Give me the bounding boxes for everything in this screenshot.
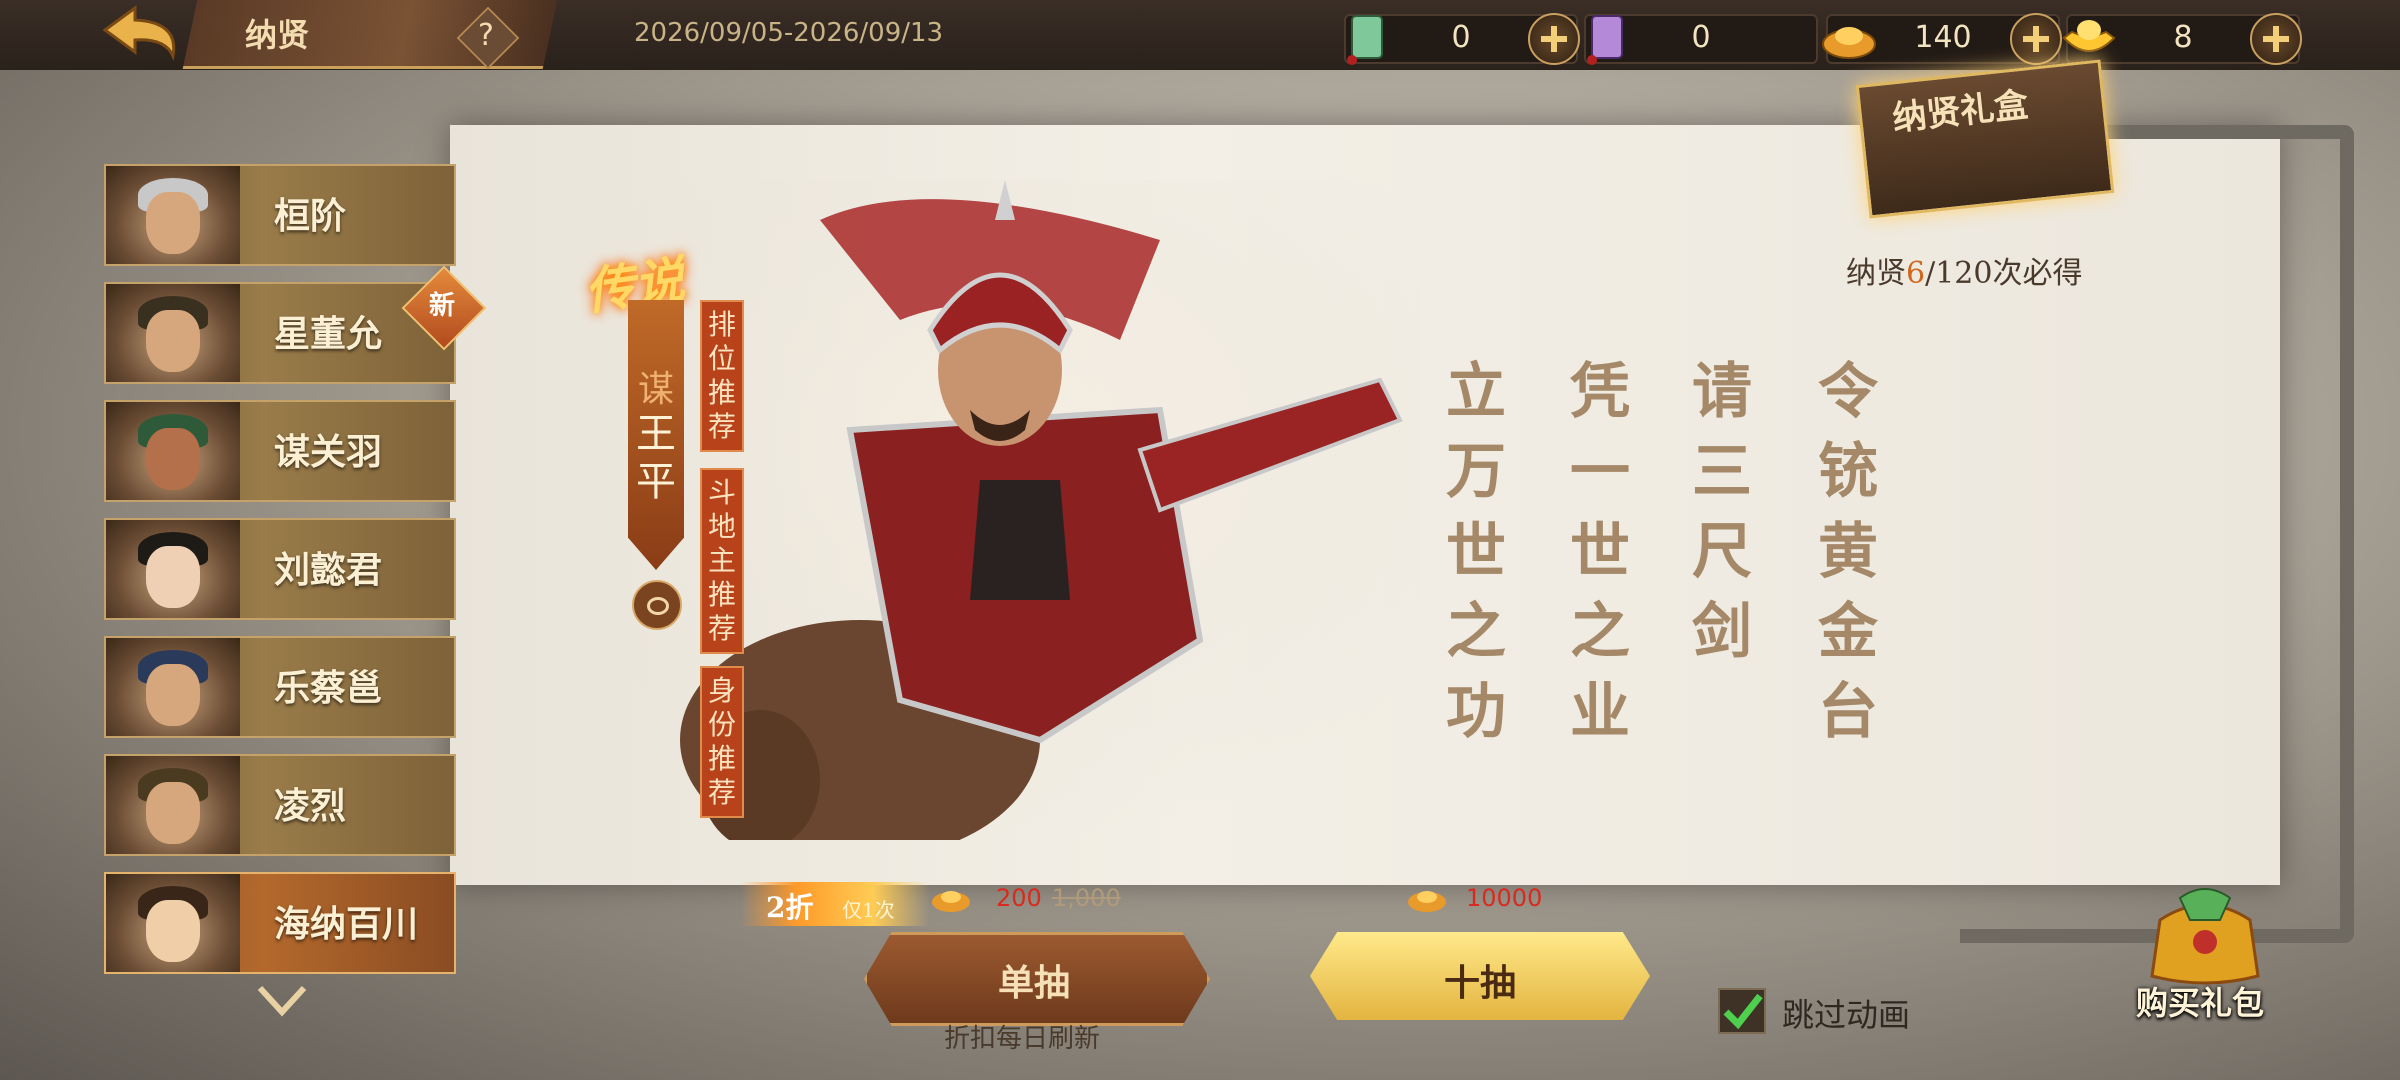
hero-portrait (106, 756, 240, 854)
hero-list-item-selected[interactable]: 海纳百川 (104, 872, 456, 974)
hero-name: 海纳百川 (274, 903, 419, 945)
hero-list-item[interactable]: 凌烈 (104, 754, 456, 856)
pity-current: 6 (1906, 256, 1926, 291)
hero-list-item[interactable]: 星董允 (104, 282, 456, 384)
discount-refresh-note: 折扣每日刷新 (944, 1024, 1101, 1054)
chevron-down-icon[interactable] (256, 982, 308, 1018)
hero-list-item[interactable]: 乐蔡邕 (104, 636, 456, 738)
hero-list-item[interactable]: 谋关羽 (104, 400, 456, 502)
calligraphy-line: 请三尺剑 (1692, 357, 1752, 667)
resource-gold-ingot: 140 (1822, 13, 2062, 65)
gold-ingot-icon (932, 891, 970, 912)
buy-pack-label[interactable]: 购买礼包 (2136, 978, 2264, 1024)
calligraphy-line: 立万世之功 (1446, 357, 1506, 747)
hero-portrait (106, 874, 240, 972)
help-question-icon[interactable]: ? (474, 12, 498, 60)
checkmark-icon (1723, 993, 1763, 1030)
discount-label: 2折 (766, 891, 814, 924)
page-title: 纳贤 (245, 16, 310, 54)
tag-identity-recommend[interactable]: 身份推荐 (700, 666, 744, 818)
skip-animation-label: 跳过动画 (1782, 996, 1911, 1034)
add-gold-ingot-button[interactable] (2010, 13, 2062, 65)
calligraphy-line: 令铳黄金台 (1818, 357, 1878, 747)
hero-portrait (106, 166, 240, 264)
hero-name: 桓阶 (274, 195, 347, 237)
resource-value: 0 (1451, 20, 1471, 55)
add-green-scroll-button[interactable] (1528, 13, 1580, 65)
yuanbao-icon (2062, 20, 2116, 52)
hero-name: 乐蔡邕 (274, 667, 383, 709)
gold-ingot-icon (1408, 891, 1446, 912)
back-arrow-icon[interactable] (95, 0, 195, 64)
skip-animation-checkbox[interactable] (1718, 988, 1766, 1034)
hero-name-prefix: 谋 (637, 369, 674, 410)
ten-draw-label: 十抽 (1443, 962, 1516, 1004)
hero-name-main: 王平 (636, 411, 676, 505)
discount-note: 仅1次 (842, 898, 895, 922)
gold-ingot-icon (1822, 27, 1876, 59)
hero-name: 刘懿君 (274, 549, 383, 591)
resource-yuanbao: 8 (2062, 13, 2302, 65)
ten-draw-cost: 10000 (1466, 884, 1543, 912)
hero-list-item[interactable]: 桓阶 (104, 164, 456, 266)
single-draw-cost: 200 (996, 884, 1042, 912)
purple-scroll-icon (1587, 15, 1623, 65)
new-badge-label: 新 (428, 291, 455, 321)
resource-value: 8 (2173, 20, 2193, 55)
hero-portrait (106, 520, 240, 618)
single-draw-original-cost: 1,000 (1052, 884, 1121, 912)
green-scroll-icon (1347, 15, 1383, 65)
hero-portrait (106, 284, 240, 382)
add-yuanbao-button[interactable] (2250, 13, 2302, 65)
resource-purple-scroll: 0 (1584, 14, 1818, 65)
tag-landlord-recommend[interactable]: 斗地主推荐 (700, 468, 744, 654)
resource-value: 140 (1914, 20, 1972, 55)
single-draw-label: 单抽 (997, 962, 1070, 1004)
eye-icon[interactable] (632, 580, 682, 630)
calligraphy-line: 凭一世之业 (1570, 357, 1630, 747)
event-date-range: 2026/09/05-2026/09/13 (634, 18, 944, 48)
pity-counter: 纳贤6/120次必得 (1846, 256, 2083, 291)
hero-portrait (106, 638, 240, 736)
tag-ranked-recommend[interactable]: 排位推荐 (700, 300, 744, 452)
hero-name: 星董允 (274, 313, 383, 355)
resource-green-scroll: 0 (1344, 13, 1580, 65)
hero-name: 谋关羽 (274, 431, 383, 473)
hero-name: 凌烈 (274, 785, 347, 827)
hero-portrait (106, 402, 240, 500)
gift-bag-icon[interactable] (2140, 880, 2270, 990)
hero-list-item[interactable]: 刘懿君 (104, 518, 456, 620)
resource-value: 0 (1691, 20, 1711, 55)
